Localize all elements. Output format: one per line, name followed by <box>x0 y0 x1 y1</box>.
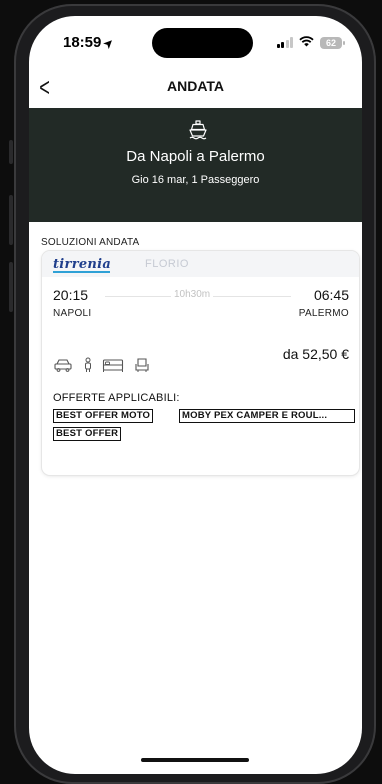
signal-icon <box>276 37 293 48</box>
status-time: 18:59➤ <box>63 34 117 52</box>
passenger-icon <box>82 357 94 378</box>
offers-title: OFFERTE APPLICABILI: <box>53 392 180 404</box>
trip-date: Gio 16 mar, 1 Passeggero <box>131 174 260 186</box>
departure-port: NAPOLI <box>53 308 92 319</box>
arrival-port: PALERMO <box>298 308 349 319</box>
duration: 10h30m <box>171 289 214 300</box>
car-icon <box>53 357 73 378</box>
price-from: da 52,50 € <box>282 346 349 362</box>
page-title: ANDATA <box>166 78 225 94</box>
battery-icon: 62 <box>320 36 345 49</box>
section-title: SOLUZIONI ANDATA <box>41 237 140 248</box>
wifi-icon <box>299 36 314 49</box>
volume-up-button <box>9 195 13 245</box>
tirrenia-logo: tirrenia <box>53 257 112 272</box>
route-title: Da Napoli a Palermo <box>126 148 265 165</box>
mute-switch <box>9 140 13 164</box>
nav-bar: < ANDATA <box>29 68 362 106</box>
offer-badge-best-offer: BEST OFFER <box>53 427 122 441</box>
offer-badge-moby-pex-camper: MOBY PEX CAMPER E ROUL... <box>179 409 355 423</box>
departure-time: 20:15 <box>53 287 89 303</box>
cabin-bed-icon <box>102 357 124 378</box>
carrier-header: tirrenia FLORIO <box>42 251 359 277</box>
status-bar: 18:59➤ 62 <box>29 16 362 66</box>
app-screen: 18:59➤ 62 < ANDATA Da Napoli a Palermo G… <box>29 16 362 774</box>
solution-card[interactable]: tirrenia FLORIO 20:15 10h30m 06:45 NAPOL… <box>42 251 359 475</box>
home-indicator[interactable] <box>141 758 249 762</box>
seat-icon <box>134 357 150 378</box>
logo-underline <box>53 271 110 273</box>
status-indicators: 62 <box>276 36 345 49</box>
dynamic-island <box>152 28 253 58</box>
ship-icon <box>188 118 208 140</box>
route-banner: Da Napoli a Palermo Gio 16 mar, 1 Passeg… <box>29 108 362 222</box>
volume-down-button <box>9 262 13 312</box>
arrival-time: 06:45 <box>313 287 349 303</box>
location-arrow-icon: ➤ <box>101 36 117 52</box>
offer-badge-best-offer-moto: BEST OFFER MOTO <box>53 409 154 423</box>
florio-label: FLORIO <box>145 258 189 270</box>
